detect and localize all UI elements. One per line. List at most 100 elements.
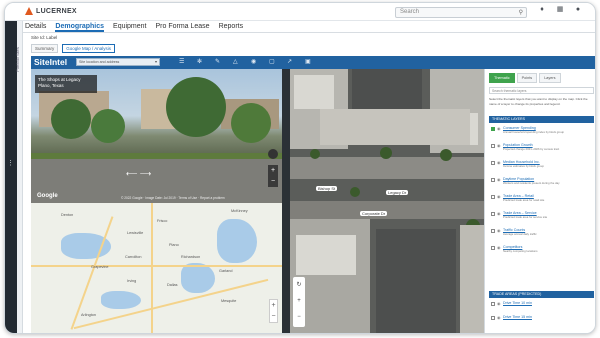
street-view-location[interactable]: The Shops at Legacy Plano, Texas [35, 75, 97, 93]
settings-icon[interactable]: ✻ [197, 58, 202, 65]
eye-icon[interactable]: ◉ [497, 245, 501, 250]
split-handle[interactable] [282, 69, 290, 333]
map-label: Arlington [81, 313, 96, 317]
pin-icon[interactable]: ◉ [251, 58, 256, 65]
layer-item[interactable]: ◉ Consumer Spending Annual household spe… [491, 126, 594, 140]
map-label: Dallas [167, 283, 178, 287]
layer-item[interactable]: ◉ Population Growth Projected change 202… [491, 143, 594, 157]
aerial-roof [294, 75, 334, 109]
tab-equipment[interactable]: Equipment [113, 21, 146, 32]
zoom-out-icon[interactable]: − [293, 309, 305, 325]
layer-item[interactable]: ◉ Trade Area – Service Predicted trade a… [491, 211, 594, 225]
layer-checkbox[interactable] [491, 195, 495, 199]
aerial-street [290, 201, 484, 219]
aerial-street-label: Corporate Dr [360, 211, 388, 216]
road-map[interactable]: Denton Lewisville Frisco McKinney Carrol… [31, 203, 282, 333]
eye-icon[interactable]: ◉ [497, 126, 501, 131]
layer-name[interactable]: Drive Time 10 min [503, 301, 532, 305]
print-icon[interactable]: ▢ [269, 58, 275, 65]
aerial-block [320, 109, 470, 145]
layer-checkbox[interactable] [491, 246, 495, 250]
panel-search-input[interactable]: Search thematic layers [489, 87, 594, 94]
layer-checkbox[interactable] [491, 127, 495, 131]
global-search-input[interactable]: Search ⚲ [395, 7, 527, 18]
layer-checkbox[interactable] [491, 229, 495, 233]
layer-item[interactable]: ◉ Median Household Inc. Income estimates… [491, 160, 594, 174]
layer-item[interactable]: ◉ Trade Area – Retail Predicted trade ar… [491, 194, 594, 208]
subtab-google-map[interactable]: Google Map / Analysis [62, 44, 116, 53]
panel-tab-layers[interactable]: Layers [539, 73, 561, 83]
layer-checkbox[interactable] [491, 178, 495, 182]
layer-checkbox[interactable] [491, 316, 495, 320]
layers-icon[interactable]: ☰ [179, 58, 184, 65]
layer-desc: Workers and residents present during the… [503, 181, 560, 185]
layer-desc: Predicted trade area for service site [503, 215, 548, 219]
share-icon[interactable]: ↗ [287, 58, 292, 65]
panel-scrollbar[interactable] [595, 87, 596, 207]
grid-icon[interactable]: ▦ [555, 6, 565, 13]
user-icon[interactable]: ● [573, 6, 583, 13]
highway [31, 265, 282, 267]
aerial-controls[interactable]: ↻ + − [293, 277, 305, 327]
eye-icon[interactable]: ◉ [497, 194, 501, 199]
road-map-zoom[interactable]: + − [269, 299, 278, 323]
eye-icon[interactable]: ◉ [497, 301, 501, 306]
site-select[interactable]: Site location and address ▾ [76, 58, 160, 66]
search-icon[interactable]: ⚲ [519, 9, 523, 16]
bell-icon[interactable]: ♦ [537, 6, 547, 13]
layer-checkbox[interactable] [491, 302, 495, 306]
eye-icon[interactable]: ◉ [497, 143, 501, 148]
rotate-icon[interactable]: ↻ [293, 277, 305, 293]
panel-tab-thematic[interactable]: Thematic [489, 73, 515, 83]
panel-tab-points[interactable]: Points [516, 73, 538, 83]
street-view[interactable]: The Shops at Legacy Plano, Texas ⟵ ⟶ + − … [31, 69, 282, 203]
section-header-trade-areas: TRADE AREAS (PREDICTED) [489, 291, 594, 298]
layer-checkbox[interactable] [491, 144, 495, 148]
tab-pro-forma-lease[interactable]: Pro Forma Lease [156, 21, 210, 32]
layer-item[interactable]: ◉ Traffic Counts Average annual daily tr… [491, 228, 594, 242]
help-icon[interactable]: ? [591, 6, 595, 13]
layer-item[interactable]: ◉ Drive Time 10 min [491, 301, 594, 315]
tab-details[interactable]: Details [25, 21, 46, 32]
layer-item[interactable]: ◉ Drive Time 15 min [491, 315, 594, 329]
brand-name: LUCERNEX [36, 7, 77, 15]
zoom-in-icon[interactable]: + [293, 293, 305, 309]
side-strip-label: Portfolio Sites [14, 47, 20, 72]
search-placeholder: Search [400, 9, 420, 15]
flask-icon[interactable]: △ [233, 58, 238, 65]
layer-desc: Average annual daily traffic [503, 232, 537, 236]
layer-name[interactable]: Drive Time 15 min [503, 315, 532, 319]
street-view-nav-arrows-icon[interactable]: ⟵ ⟶ [126, 169, 151, 178]
compass-icon[interactable] [268, 149, 278, 159]
subtab-summary[interactable]: Summary [31, 44, 59, 53]
aerial-block [460, 225, 484, 333]
eye-icon[interactable]: ◉ [497, 160, 501, 165]
tab-reports[interactable]: Reports [219, 21, 244, 32]
sv-tree [91, 109, 125, 143]
street-view-zoom[interactable]: + − [268, 165, 278, 187]
map-label: McKinney [231, 209, 248, 213]
sv-tree [166, 77, 226, 137]
eye-icon[interactable]: ◉ [497, 228, 501, 233]
brand[interactable]: LUCERNEX [25, 7, 77, 15]
aerial-map[interactable]: Legacy Dr Bishop St Corporate Dr ↻ + − [290, 69, 484, 333]
eye-icon[interactable]: ◉ [497, 211, 501, 216]
aerial-street-label: Legacy Dr [386, 190, 409, 195]
tab-demographics[interactable]: Demographics [55, 21, 105, 32]
sv-tree [51, 99, 91, 139]
siteintel-title: SiteIntel [34, 57, 68, 67]
pencil-icon[interactable]: ✎ [215, 58, 220, 65]
eye-icon[interactable]: ◉ [497, 315, 501, 320]
layer-item[interactable]: ◉ Competitors Nearby competing locations [491, 245, 594, 259]
lake [101, 291, 141, 309]
aerial-roof [296, 235, 356, 275]
layer-checkbox[interactable] [491, 212, 495, 216]
map-label: Frisco [157, 219, 168, 223]
brand-logo-icon [25, 7, 33, 15]
layer-item[interactable]: ◉ Daytime Population Workers and residen… [491, 177, 594, 191]
eye-icon[interactable]: ◉ [497, 177, 501, 182]
layer-checkbox[interactable] [491, 161, 495, 165]
export-icon[interactable]: ▣ [305, 58, 311, 65]
layer-desc: Predicted trade area for retail site [503, 198, 545, 202]
aerial-tree [380, 147, 392, 159]
